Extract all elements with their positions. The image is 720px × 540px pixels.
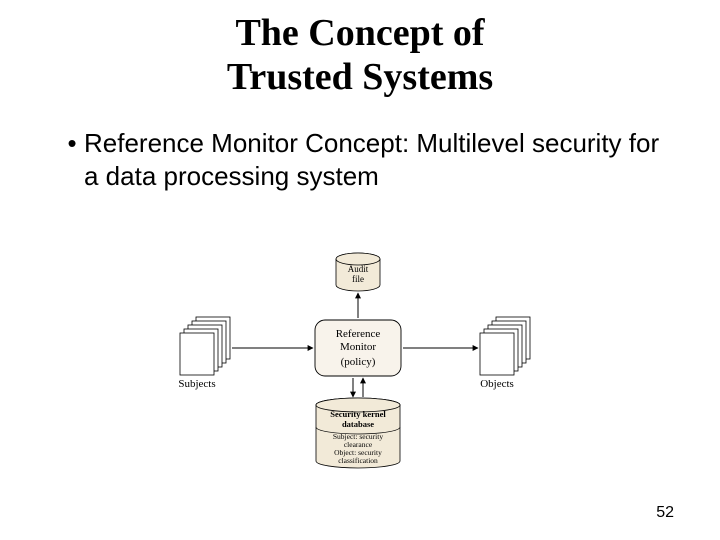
title-line2: Trusted Systems: [227, 56, 493, 98]
subjects-label: Subjects: [178, 378, 215, 390]
slide-title: The Concept of Trusted Systems: [0, 0, 720, 99]
audit-line1: Audit: [348, 264, 369, 274]
reference-monitor-diagram: Subjects Objects Reference Monitor (poli…: [0, 245, 720, 475]
bullet-item: • Reference Monitor Concept: Multilevel …: [60, 127, 660, 192]
bullet-dot-icon: •: [60, 127, 84, 160]
title-line1: The Concept of: [235, 12, 484, 54]
bullet-list: • Reference Monitor Concept: Multilevel …: [60, 127, 660, 192]
refmon-line3: (policy): [341, 356, 376, 368]
page-number: 52: [656, 504, 674, 522]
refmon-line1: Reference: [336, 328, 381, 340]
refmon-line2: Monitor: [340, 341, 376, 353]
security-kernel-db-cylinder-icon: Security kernel database Subject: securi…: [316, 398, 400, 468]
audit-file-cylinder-icon: Audit file: [336, 253, 380, 291]
secdb-line2: database: [342, 419, 374, 429]
subjects-stack-icon: [180, 317, 230, 375]
secdb-line1: Security kernel: [330, 409, 386, 419]
reference-monitor-box: Reference Monitor (policy): [315, 320, 401, 376]
objects-stack-icon: [480, 317, 530, 375]
audit-line2: file: [352, 274, 364, 284]
objects-label: Objects: [480, 378, 514, 390]
bullet-text: Reference Monitor Concept: Multilevel se…: [84, 127, 660, 192]
secdb-sub4: classification: [338, 456, 378, 465]
